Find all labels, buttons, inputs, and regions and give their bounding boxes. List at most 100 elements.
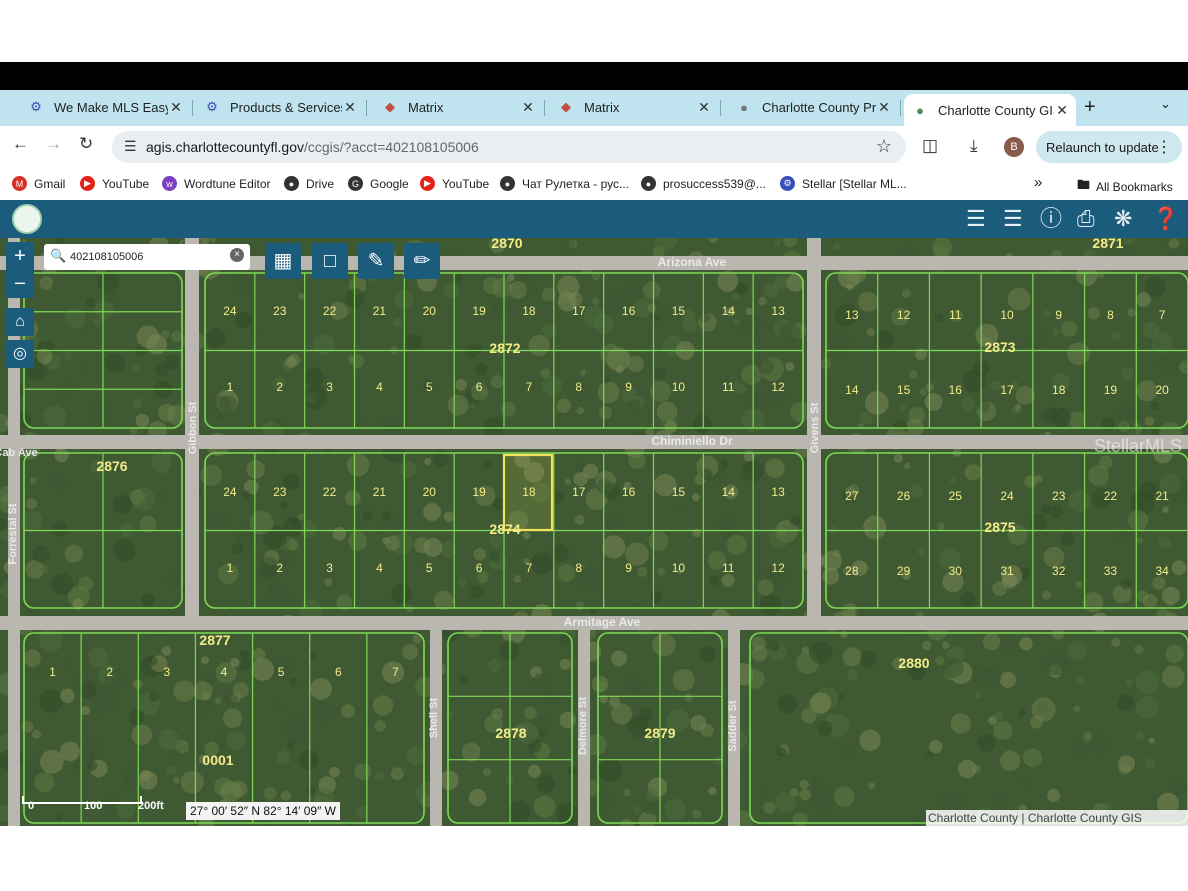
block-label: 2874: [489, 521, 520, 537]
vegetation-blob: [656, 567, 666, 576]
bookmark-item[interactable]: w Wordtune Editor: [162, 176, 271, 191]
gis-map[interactable]: 24 23 22 21 20 19 18 17 16 15 14 13 1 2 3 4 5 6 7 8 9 10 11 12 2…: [0, 238, 1188, 826]
tab-2[interactable]: ⚙ Products & Services ✕: [196, 90, 364, 124]
tab-1[interactable]: ⚙ We Make MLS Easy | ✕: [20, 90, 190, 124]
clear-search-icon[interactable]: ×: [230, 248, 244, 262]
select-area-icon[interactable]: □: [312, 243, 348, 279]
lot-number: 10: [1000, 308, 1014, 322]
zoom-in-button[interactable]: +: [6, 242, 34, 270]
bookmark-item[interactable]: ▶ YouTube: [420, 176, 489, 191]
address-bar[interactable]: ☰ agis.charlottecountyfl.gov/ccgis/?acct…: [112, 131, 906, 163]
bookmark-item[interactable]: ● Чат Рулетка - рус...: [500, 176, 629, 191]
lot-number: 6: [476, 561, 483, 575]
map-canvas[interactable]: 24 23 22 21 20 19 18 17 16 15 14 131 2 3 4 5 6 7 8 9 10 11 122…: [0, 238, 1188, 826]
vegetation-blob: [1165, 644, 1184, 664]
vegetation-blob: [690, 714, 707, 731]
vegetation-blob: [654, 314, 661, 322]
vegetation-blob: [226, 731, 246, 751]
vegetation-blob: [230, 271, 252, 293]
tab-close-icon[interactable]: ✕: [876, 99, 892, 116]
gis-tools-icon[interactable]: ❋: [1114, 206, 1132, 232]
vegetation-blob: [387, 516, 406, 535]
kebab-menu-icon[interactable]: ⋮: [1156, 137, 1172, 157]
parcel-search[interactable]: 🔍 ×: [44, 244, 250, 270]
site-info-icon[interactable]: ☰: [124, 138, 137, 155]
vegetation-blob: [1111, 637, 1121, 647]
vegetation-blob: [575, 601, 585, 611]
layers-icon[interactable]: ☰: [966, 206, 986, 232]
bookmark-item[interactable]: G Google: [348, 176, 409, 191]
tab-4[interactable]: ◆ Matrix ✕: [550, 90, 718, 124]
profile-avatar[interactable]: B: [1004, 137, 1024, 157]
tab-6[interactable]: ● Charlotte County GIS ✕: [904, 94, 1076, 126]
vegetation-blob: [491, 707, 504, 720]
tab-close-icon[interactable]: ✕: [696, 99, 712, 116]
vegetation-blob: [209, 238, 216, 243]
info-icon[interactable]: ⓘ: [1040, 206, 1062, 232]
vegetation-blob: [345, 490, 361, 506]
url-text[interactable]: agis.charlottecountyfl.gov/ccgis/?acct=4…: [146, 139, 479, 155]
basemap-grid-icon[interactable]: ▦: [265, 243, 301, 279]
home-icon[interactable]: ⌂: [6, 308, 34, 336]
tab-separator: [544, 100, 545, 116]
legend-list-icon[interactable]: ☰: [1003, 206, 1023, 232]
vegetation-blob: [1122, 238, 1135, 245]
new-tab-button[interactable]: +: [1084, 96, 1096, 119]
zoom-out-button[interactable]: −: [6, 270, 34, 298]
parcel-search-input[interactable]: [68, 247, 222, 267]
tab-close-icon[interactable]: ✕: [520, 99, 536, 116]
bookmark-item[interactable]: ▶ YouTube: [80, 176, 149, 191]
vegetation-blob: [988, 716, 997, 725]
lot-number: 16: [949, 383, 963, 397]
vegetation-blob: [455, 378, 467, 391]
bookmark-item[interactable]: ● Drive: [284, 176, 334, 191]
vegetation-blob: [527, 764, 541, 778]
back-arrow-icon[interactable]: ←: [12, 134, 29, 154]
vegetation-blob: [732, 318, 740, 326]
tab-close-icon[interactable]: ✕: [342, 99, 358, 116]
lot-number: 7: [1159, 308, 1166, 322]
tab-5[interactable]: ● Charlotte County Pro ✕: [728, 90, 898, 124]
forward-arrow-icon[interactable]: →: [45, 134, 62, 154]
vegetation-blob: [140, 593, 155, 608]
reload-icon[interactable]: ↻: [79, 134, 93, 154]
lot-number: 11: [722, 561, 735, 575]
print-icon[interactable]: ⎙: [1077, 206, 1095, 232]
report-icon[interactable]: ✎: [358, 243, 394, 279]
vegetation-blob: [1072, 741, 1089, 758]
street-label: Armitage Ave: [564, 615, 641, 629]
vegetation-blob: [910, 817, 923, 826]
extensions-puzzle-icon[interactable]: ◫: [922, 136, 938, 156]
lot-number: 2: [106, 665, 113, 679]
bookmark-star-icon[interactable]: ☆: [876, 136, 892, 157]
measure-ruler-icon[interactable]: ✏: [404, 243, 440, 279]
block-label: 2880: [898, 655, 929, 671]
tab-3[interactable]: ◆ Matrix ✕: [374, 90, 542, 124]
tab-close-icon[interactable]: ✕: [168, 99, 184, 116]
more-bookmarks-chevron-icon[interactable]: »: [1034, 174, 1042, 191]
vegetation-blob: [112, 538, 136, 562]
vegetation-blob: [708, 786, 717, 796]
bookmark-item[interactable]: ⚙ Stellar [Stellar ML...: [780, 176, 907, 191]
vegetation-blob: [332, 527, 347, 541]
tab-close-icon[interactable]: ✕: [1054, 102, 1070, 119]
vegetation-blob: [760, 786, 769, 795]
lot-number: 28: [845, 564, 859, 578]
relaunch-button[interactable]: Relaunch to update ⋮: [1036, 131, 1182, 163]
vegetation-blob: [748, 393, 763, 408]
top-margin: [0, 0, 1188, 62]
vegetation-blob: [865, 391, 889, 415]
download-icon[interactable]: ⤓: [970, 136, 978, 156]
vegetation-blob: [993, 720, 1013, 740]
all-bookmarks-button[interactable]: 🖿 All Bookmarks: [1077, 176, 1173, 198]
bookmark-item[interactable]: M Gmail: [12, 176, 65, 191]
vegetation-blob: [758, 358, 774, 375]
lot-number: 1: [49, 665, 56, 679]
tab-search-chevron-icon[interactable]: ⌄: [1160, 96, 1171, 112]
help-icon[interactable]: ❓: [1152, 206, 1179, 232]
locate-icon[interactable]: ◎: [6, 340, 34, 368]
vegetation-blob: [156, 492, 166, 501]
bookmark-item[interactable]: ● prosuccess539@...: [641, 176, 766, 191]
lot-number: 7: [526, 380, 533, 394]
vegetation-blob: [1127, 510, 1149, 531]
